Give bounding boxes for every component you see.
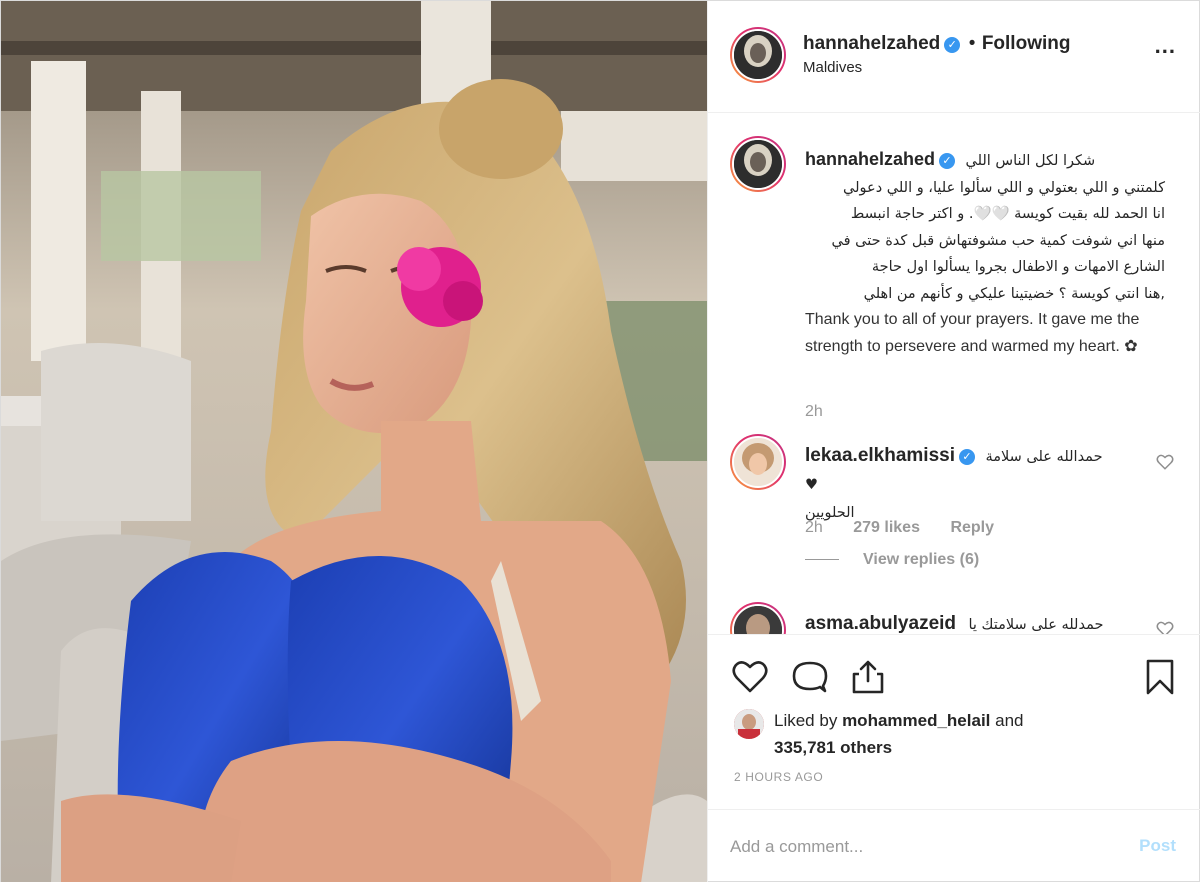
- posted-time[interactable]: 2 HOURS AGO: [734, 770, 823, 784]
- add-comment-bar: Post: [708, 809, 1200, 882]
- caption-arabic-line: الشارع الامهات و الاطفال بجروا يسألوا او…: [871, 259, 1165, 275]
- caption-arabic-line: ,هنا انتي كويسة ؟ خضيتينا عليكي و كأنهم …: [863, 285, 1165, 302]
- like-heart-icon[interactable]: [730, 657, 770, 697]
- comment-like-heart-icon[interactable]: [1156, 453, 1174, 471]
- photo-illustration: [1, 1, 707, 882]
- comment-item: lekaa.elkhamissi ✓ حمدالله على سلامة ♥ ال…: [805, 442, 1145, 527]
- commenter-avatar[interactable]: [730, 434, 786, 490]
- avatar-image: [734, 31, 782, 79]
- comment-icon[interactable]: [790, 657, 830, 697]
- view-replies-divider: [805, 559, 839, 561]
- comment-like-heart-icon[interactable]: [1156, 620, 1174, 634]
- header-user-line: hannahelzahed ✓ • Following: [803, 33, 1070, 55]
- avatar-image: [734, 606, 782, 634]
- caption-english-text: Thank you to all of your prayers. It gav…: [805, 311, 1140, 355]
- comment-text: حمدالله على سلامة: [985, 449, 1103, 465]
- avatar-image: [734, 140, 782, 188]
- post-details-panel: hannahelzahed✓ • Following Maldives ...: [707, 1, 1200, 882]
- verified-badge-icon: ✓: [939, 153, 956, 169]
- instagram-post: hannahelzahed✓ • Following Maldives ...: [0, 0, 1200, 882]
- author-avatar[interactable]: [730, 27, 786, 83]
- comment-username[interactable]: lekaa.elkhamissi: [805, 445, 955, 466]
- post-header: hannahelzahed ✓ • Following Maldives ...: [708, 1, 1200, 113]
- caption-timestamp: 2h: [805, 403, 823, 420]
- caption-arabic-line: كلمتني و اللي بعتولي و اللي سألوا عليا، …: [843, 179, 1165, 196]
- comment-time: 2h: [805, 519, 823, 536]
- liked-by-and: and: [995, 711, 1024, 730]
- comment-text: حمدلله على سلامتك يا: [968, 617, 1104, 633]
- post-actions: [708, 634, 1200, 714]
- liker-username[interactable]: mohammed_helail: [842, 711, 990, 730]
- liked-by-prefix: Liked by: [774, 711, 838, 730]
- view-replies-button[interactable]: View replies (6): [805, 551, 979, 569]
- bookmark-icon[interactable]: [1140, 657, 1180, 697]
- caption-arabic-line: شكرا لكل الناس اللي: [965, 153, 1096, 169]
- post-photo[interactable]: [1, 1, 707, 882]
- more-options-icon[interactable]: ...: [1155, 35, 1176, 57]
- liker-avatar[interactable]: [734, 709, 764, 739]
- likes-summary: Liked by mohammed_helail and 335,781 oth…: [734, 707, 1174, 763]
- verified-badge-icon: ✓: [959, 449, 975, 465]
- commenter-avatar[interactable]: [730, 602, 786, 634]
- verified-badge-icon: ✓: [944, 37, 961, 53]
- post-caption: hannahelzahed ✓ شكرا لكل الناس اللي كلمتن…: [805, 146, 1165, 360]
- others-count[interactable]: 335,781 others: [774, 738, 892, 757]
- comment-likes[interactable]: 279 likes: [853, 519, 920, 536]
- caption-author-avatar[interactable]: [730, 136, 786, 192]
- comment-username[interactable]: asma.abulyazeid: [805, 613, 956, 634]
- post-location[interactable]: Maldives: [803, 59, 862, 76]
- likes-text: Liked by mohammed_helail and 335,781 oth…: [774, 707, 1024, 761]
- share-icon[interactable]: [848, 657, 888, 697]
- view-replies-label: View replies (6): [863, 551, 980, 568]
- caption-username[interactable]: hannahelzahed: [805, 149, 935, 169]
- caption-arabic-line: منها اني شوفت كمية حب مشوفتهاش قبل كدة ح…: [831, 232, 1165, 249]
- header-username[interactable]: hannahelzahed: [803, 33, 940, 54]
- comments-section[interactable]: hannahelzahed ✓ شكرا لكل الناس اللي كلمتن…: [708, 114, 1200, 634]
- comment-input[interactable]: [730, 830, 1110, 864]
- comment-item: asma.abulyazeid حمدلله على سلامتك يا: [805, 610, 1145, 634]
- avatar-image: [734, 709, 764, 739]
- caption-arabic-line: انا الحمد لله بقيت كويسة 🤍🤍. و اكتر حاجة…: [850, 206, 1165, 222]
- post-comment-button[interactable]: Post: [1139, 836, 1176, 856]
- avatar-image: [734, 438, 782, 486]
- reply-button[interactable]: Reply: [950, 519, 994, 536]
- comment-meta: 2h 279 likes Reply: [805, 519, 1020, 537]
- header-separator: •: [968, 33, 976, 54]
- following-button[interactable]: Following: [982, 33, 1071, 54]
